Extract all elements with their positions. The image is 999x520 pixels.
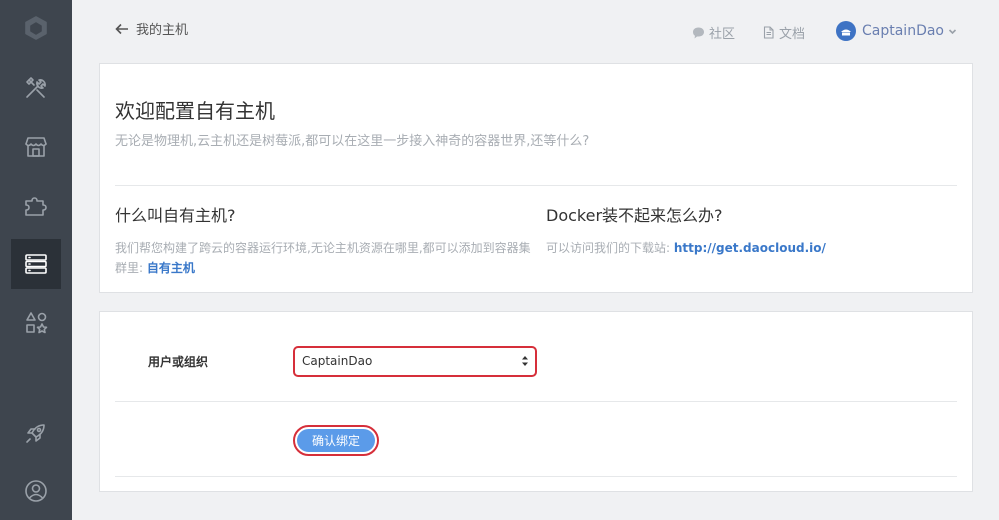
faq-body-text: 可以访问我们的下载站:: [546, 241, 674, 255]
top-bar: 我的主机 社区 文档 CaptainDao: [72, 0, 999, 62]
community-label: 社区: [709, 27, 736, 42]
rocket-icon[interactable]: [11, 408, 61, 458]
community-link[interactable]: 社区: [692, 23, 735, 42]
owner-select-value: CaptainDao: [302, 354, 373, 368]
captain-avatar-icon: [841, 29, 851, 36]
welcome-panel: 欢迎配置自有主机 无论是物理机,云主机还是树莓派,都可以在这里一步接入神奇的容器…: [99, 63, 973, 293]
avatar: [836, 21, 856, 41]
arrow-left-icon: [115, 23, 128, 34]
sidebar: [0, 0, 72, 520]
download-site-link[interactable]: http://get.daocloud.io/: [674, 241, 826, 255]
docs-link[interactable]: 文档: [762, 23, 805, 42]
faq-docker-install: Docker装不起来怎么办? 可以访问我们的下载站: http://get.da…: [546, 202, 966, 258]
logo-icon[interactable]: [11, 3, 61, 53]
faq-body: 可以访问我们的下载站: http://get.daocloud.io/: [546, 238, 966, 258]
own-host-link[interactable]: 自有主机: [147, 261, 195, 275]
bind-form-panel: 用户或组织 CaptainDao 确认绑定: [99, 311, 973, 492]
owner-label: 用户或组织: [148, 355, 209, 369]
select-arrows-icon: [522, 356, 528, 366]
divider: [115, 476, 957, 477]
docs-label: 文档: [779, 27, 806, 42]
faq-title: Docker装不起来怎么办?: [546, 206, 723, 225]
back-label: 我的主机: [136, 23, 189, 38]
chat-bubble-icon: [693, 27, 704, 39]
faq-what-is-host: 什么叫自有主机? 我们帮您构建了跨云的容器运行环境,无论主机资源在哪里,都可以添…: [115, 202, 535, 278]
shapes-icon[interactable]: [11, 298, 61, 348]
chevron-down-icon: [948, 28, 957, 34]
divider: [115, 185, 957, 186]
divider: [115, 401, 957, 402]
faq-body: 我们帮您构建了跨云的容器运行环境,无论主机资源在哪里,都可以添加到容器集群里: …: [115, 238, 535, 278]
confirm-bind-label: 确认绑定: [297, 429, 375, 452]
document-icon: [763, 26, 774, 39]
back-link[interactable]: 我的主机: [115, 19, 188, 38]
user-icon[interactable]: [11, 466, 61, 516]
confirm-bind-button[interactable]: 确认绑定: [293, 425, 379, 456]
username: CaptainDao: [862, 23, 944, 39]
server-icon[interactable]: [11, 239, 61, 289]
puzzle-icon[interactable]: [11, 181, 61, 231]
owner-select[interactable]: CaptainDao: [293, 346, 537, 377]
tools-icon[interactable]: [11, 63, 61, 113]
faq-title: 什么叫自有主机?: [115, 206, 236, 225]
user-menu[interactable]: CaptainDao: [836, 21, 957, 41]
page-subtitle: 无论是物理机,云主机还是树莓派,都可以在这里一步接入神奇的容器世界,还等什么?: [115, 134, 590, 149]
store-icon[interactable]: [11, 122, 61, 172]
page-title: 欢迎配置自有主机: [115, 99, 275, 123]
